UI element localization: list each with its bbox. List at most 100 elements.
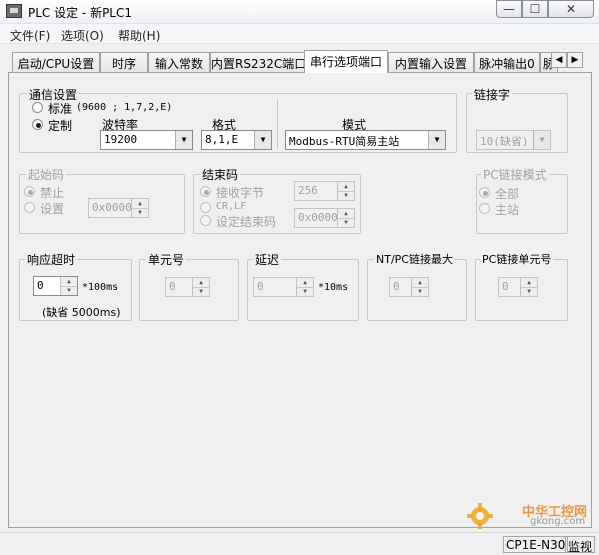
- start-set-label: 设置: [40, 202, 65, 216]
- set-end-code-label: 设定结束码: [216, 215, 277, 229]
- pc-link-mode-label: PC链接模式: [481, 166, 549, 183]
- nt-pc-link-max-label: NT/PC链接最大: [374, 251, 455, 267]
- menu-help[interactable]: 帮助(H): [118, 27, 160, 44]
- chevron-down-icon[interactable]: ▼: [254, 131, 271, 149]
- start-code-value: 0x0000: [92, 201, 132, 214]
- recv-bytes-value: 256: [298, 184, 318, 197]
- crlf-radio[interactable]: [200, 202, 211, 213]
- nt-pc-link-max-spinner[interactable]: 0 ▲ ▼: [389, 277, 429, 297]
- chevron-down-icon[interactable]: ▼: [297, 287, 313, 296]
- comm-divider: [277, 99, 278, 149]
- custom-radio[interactable]: [32, 119, 43, 130]
- watermark-url: gkong.com: [530, 516, 586, 527]
- pc-link-all-radio[interactable]: [479, 187, 490, 198]
- response-timeout-default: (缺省 5000ms): [42, 306, 121, 319]
- tab-timing[interactable]: 时序: [100, 52, 148, 72]
- pc-link-unit-no-value: 0: [502, 280, 509, 293]
- response-timeout-value: 0: [37, 279, 44, 292]
- crlf-label: CR,LF: [216, 201, 247, 212]
- standard-label: 标准: [48, 102, 73, 116]
- delay-spinner[interactable]: 0 ▲ ▼: [253, 277, 314, 297]
- menu-file[interactable]: 文件(F): [10, 27, 50, 44]
- format-select[interactable]: 8,1,E ▼: [201, 130, 272, 150]
- link-word-select[interactable]: 10(缺省) ▼: [476, 130, 551, 150]
- tab-builtin-input[interactable]: 内置输入设置: [388, 52, 474, 72]
- status-model: CP1E-N30: [503, 536, 569, 553]
- spinner-buttons[interactable]: ▲ ▼: [60, 277, 77, 295]
- standard-radio[interactable]: [32, 102, 43, 113]
- mode-value: Modbus-RTU简易主站: [289, 135, 400, 148]
- set-end-code-radio[interactable]: [200, 215, 211, 226]
- recv-bytes-label: 接收字节: [216, 186, 265, 200]
- tab-builtin-rs232c[interactable]: 内置RS232C端口: [210, 52, 306, 72]
- chevron-down-icon[interactable]: ▼: [338, 191, 354, 200]
- minimize-button[interactable]: —: [496, 0, 522, 18]
- unit-number-label: 单元号: [146, 251, 187, 268]
- tab-pulse-output-0[interactable]: 脉冲输出0: [474, 52, 540, 72]
- custom-label: 定制: [48, 119, 73, 133]
- pc-link-mode-group: [476, 174, 568, 234]
- end-code-value: 0x0000: [298, 211, 338, 224]
- chevron-down-icon[interactable]: ▼: [521, 287, 537, 296]
- recv-bytes-radio[interactable]: [200, 186, 211, 197]
- start-disable-label: 禁止: [40, 186, 65, 200]
- delay-unit: *10ms: [318, 282, 349, 293]
- baud-rate-select[interactable]: 19200 ▼: [100, 130, 193, 150]
- title-bar: PLC 设定 - 新PLC1 — ☐ ✕: [0, 0, 599, 24]
- chevron-down-icon[interactable]: ▼: [175, 131, 192, 149]
- baud-rate-value: 19200: [104, 133, 138, 146]
- spinner-buttons[interactable]: ▲ ▼: [192, 278, 209, 296]
- link-word-label: 链接字: [472, 86, 513, 103]
- window-title: PLC 设定 - 新PLC1: [28, 6, 133, 20]
- menu-bar: 文件(F) 选项(O) 帮助(H): [0, 24, 599, 44]
- spinner-buttons[interactable]: ▲ ▼: [411, 278, 428, 296]
- pc-link-unit-no-label: PC链接单元号: [480, 251, 554, 267]
- mode-select[interactable]: Modbus-RTU简易主站 ▼: [285, 130, 446, 150]
- recv-bytes-spinner[interactable]: 256 ▲ ▼: [294, 181, 355, 201]
- pc-link-master-label: 主站: [495, 203, 520, 217]
- tab-strip: 启动/CPU设置 时序 输入常数 内置RS232C端口 串行选项端口 内置输入设…: [8, 50, 586, 73]
- status-bar: CP1E-N30 监视: [0, 532, 599, 554]
- start-set-radio[interactable]: [24, 202, 35, 213]
- tab-serial-option-port[interactable]: 串行选项端口: [304, 50, 388, 73]
- nt-pc-link-max-value: 0: [393, 280, 400, 293]
- delay-value: 0: [257, 280, 264, 293]
- pc-link-unit-no-spinner[interactable]: 0 ▲ ▼: [498, 277, 538, 297]
- start-code-label: 起始码: [26, 166, 67, 183]
- chevron-down-icon[interactable]: ▼: [338, 218, 354, 227]
- pc-link-master-radio[interactable]: [479, 203, 490, 214]
- link-word-value: 10(缺省): [480, 135, 529, 148]
- end-code-spinner[interactable]: 0x0000 ▲ ▼: [294, 208, 355, 228]
- chevron-down-icon[interactable]: ▼: [533, 131, 550, 149]
- spinner-buttons[interactable]: ▲ ▼: [337, 182, 354, 200]
- spinner-buttons[interactable]: ▲ ▼: [337, 209, 354, 227]
- watermark: 中华工控网 gkong.com: [466, 500, 591, 532]
- start-disable-radio[interactable]: [24, 186, 35, 197]
- app-icon: [6, 4, 22, 18]
- response-timeout-spinner[interactable]: 0 ▲ ▼: [33, 276, 78, 296]
- spinner-buttons[interactable]: ▲ ▼: [520, 278, 537, 296]
- tab-input-constants[interactable]: 输入常数: [148, 52, 210, 72]
- chevron-down-icon[interactable]: ▼: [412, 287, 428, 296]
- spinner-buttons[interactable]: ▲ ▼: [131, 199, 148, 217]
- pc-link-all-label: 全部: [495, 187, 520, 201]
- status-mode: 监视: [565, 536, 596, 554]
- format-value: 8,1,E: [205, 133, 239, 146]
- menu-options[interactable]: 选项(O): [61, 27, 104, 44]
- start-code-spinner[interactable]: 0x0000 ▲ ▼: [88, 198, 149, 218]
- chevron-down-icon[interactable]: ▼: [61, 286, 77, 295]
- tab-scroll-right-icon[interactable]: ▶: [567, 52, 583, 68]
- spinner-buttons[interactable]: ▲ ▼: [296, 278, 313, 296]
- tab-startup-cpu[interactable]: 启动/CPU设置: [12, 52, 100, 72]
- chevron-down-icon[interactable]: ▼: [193, 287, 209, 296]
- response-timeout-label: 响应超时: [25, 251, 78, 268]
- gear-icon: [467, 503, 493, 529]
- close-button[interactable]: ✕: [548, 0, 594, 18]
- unit-number-spinner[interactable]: 0 ▲ ▼: [165, 277, 210, 297]
- end-code-label: 结束码: [200, 166, 241, 183]
- chevron-down-icon[interactable]: ▼: [428, 131, 445, 149]
- maximize-button[interactable]: ☐: [522, 0, 548, 18]
- response-timeout-unit: *100ms: [82, 282, 119, 293]
- chevron-down-icon[interactable]: ▼: [132, 208, 148, 217]
- tab-scroll-left-icon[interactable]: ◀: [551, 52, 567, 68]
